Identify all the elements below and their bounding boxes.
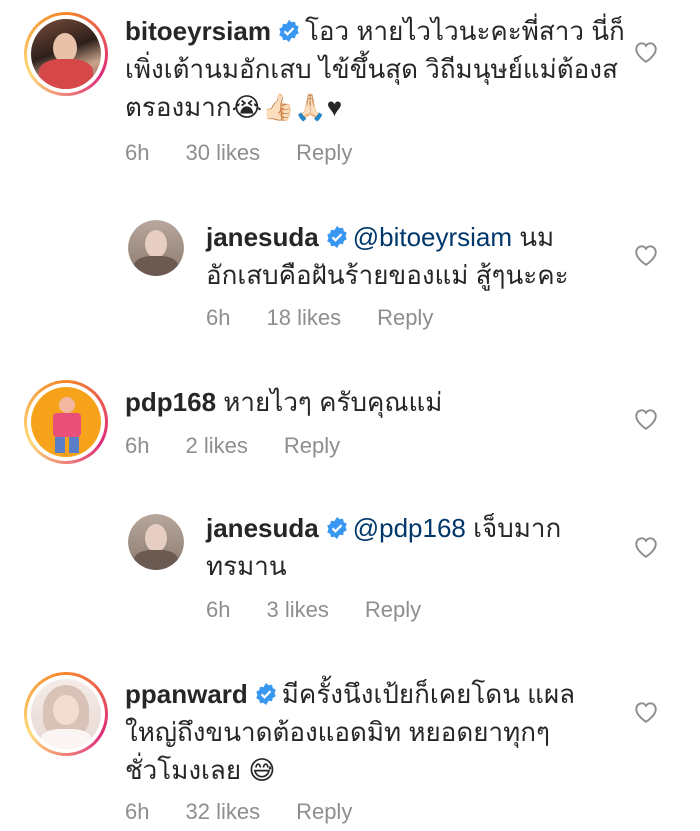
mention-link[interactable]: @bitoeyrsiam	[353, 222, 512, 252]
likes-count[interactable]: 32 likes	[185, 799, 260, 824]
avatar[interactable]	[24, 12, 108, 96]
avatar[interactable]	[24, 672, 108, 756]
reply-button[interactable]: Reply	[296, 799, 352, 824]
heart-outline-icon[interactable]	[633, 407, 659, 431]
username[interactable]: pdp168	[125, 387, 216, 417]
avatar[interactable]	[128, 514, 184, 570]
comment-text: ppanward มีครั้งนึงเป้ยก็เคยโดน แผลใหญ่ถึ…	[125, 675, 605, 789]
timestamp: 6h	[125, 799, 150, 824]
comment-meta: 6h 3 likes Reply	[206, 597, 457, 623]
comment-text: janesuda @pdp168 เจ็บมาก ทรมาน	[206, 509, 616, 585]
heart-outline-icon[interactable]	[633, 535, 659, 559]
timestamp: 6h	[125, 140, 150, 165]
heart-outline-icon[interactable]	[633, 700, 659, 724]
reply-button[interactable]: Reply	[284, 433, 340, 458]
avatar[interactable]	[128, 220, 184, 276]
heart-outline-icon[interactable]	[633, 243, 659, 267]
avatar[interactable]	[24, 380, 108, 464]
verified-badge-icon	[326, 517, 347, 539]
comment-text: bitoeyrsiam โอว หายไวไวนะคะพี่สาว นี่ก็เพ…	[125, 12, 625, 126]
timestamp: 6h	[206, 597, 231, 622]
verified-badge-icon	[279, 20, 299, 42]
likes-count[interactable]: 30 likes	[185, 140, 260, 165]
comment-body: หายไวๆ ครับคุณแม่	[223, 387, 443, 417]
likes-count[interactable]: 2 likes	[185, 433, 247, 458]
reply-button[interactable]: Reply	[365, 597, 421, 622]
verified-badge-icon	[255, 683, 276, 705]
username[interactable]: janesuda	[206, 513, 319, 543]
reply-button[interactable]: Reply	[296, 140, 352, 165]
heart-outline-icon[interactable]	[633, 40, 659, 64]
username[interactable]: ppanward	[125, 679, 248, 709]
reply-button[interactable]: Reply	[377, 305, 433, 330]
comment-meta: 6h 30 likes Reply	[125, 140, 388, 166]
comment-text: janesuda @bitoeyrsiam นม อักเสบคือฝันร้าย…	[206, 218, 616, 294]
mention-link[interactable]: @pdp168	[353, 513, 466, 543]
timestamp: 6h	[206, 305, 231, 330]
username[interactable]: janesuda	[206, 222, 319, 252]
comment-meta: 6h 2 likes Reply	[125, 433, 376, 459]
comment-meta: 6h 32 likes Reply	[125, 799, 388, 825]
likes-count[interactable]: 18 likes	[266, 305, 341, 330]
verified-badge-icon	[326, 226, 347, 248]
comment-text: pdp168 หายไวๆ ครับคุณแม่	[125, 383, 625, 421]
username[interactable]: bitoeyrsiam	[125, 16, 271, 46]
timestamp: 6h	[125, 433, 150, 458]
likes-count[interactable]: 3 likes	[266, 597, 328, 622]
comment-meta: 6h 18 likes Reply	[206, 305, 469, 331]
